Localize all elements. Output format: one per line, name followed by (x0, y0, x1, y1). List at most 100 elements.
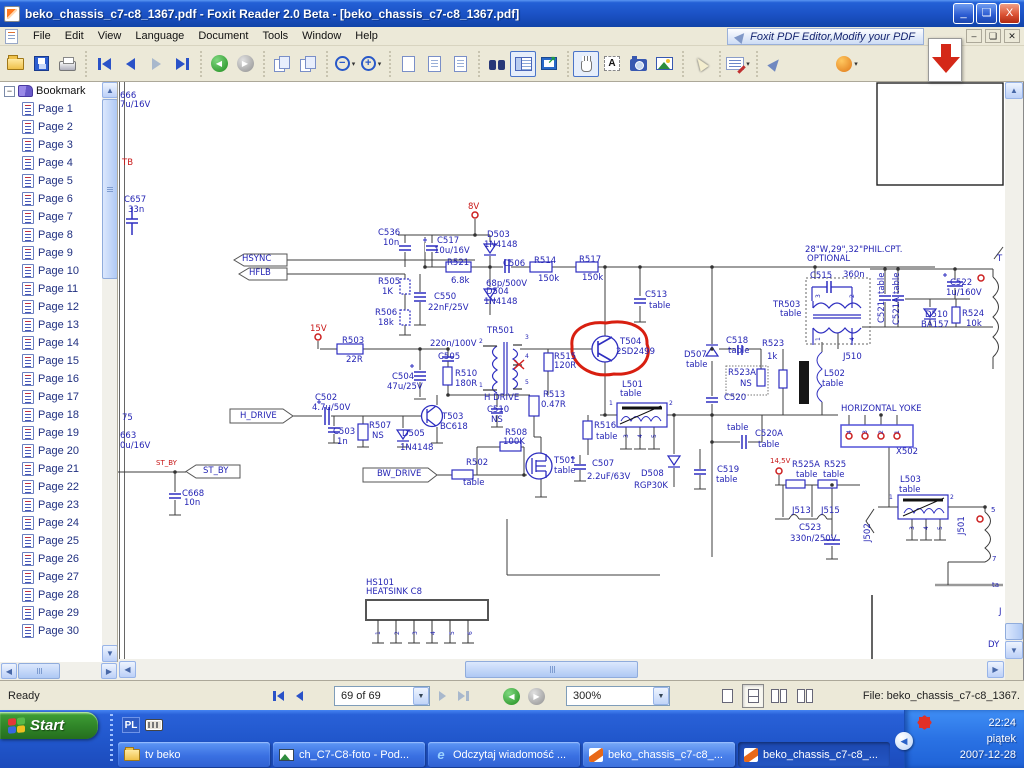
minimize-button[interactable]: _ (953, 3, 974, 24)
taskbar-grip[interactable] (110, 714, 113, 764)
menu-view[interactable]: View (91, 28, 129, 44)
bookmark-item[interactable]: Page 13 (0, 316, 102, 334)
doc-scroll-thumb[interactable] (1005, 623, 1023, 640)
status-first-page-button[interactable] (272, 683, 285, 709)
bookmarks-scroll-left[interactable]: ◀ (1, 663, 17, 679)
taskbar-button[interactable]: tv beko (118, 742, 270, 767)
bookmark-item[interactable]: Page 31 (0, 640, 102, 642)
taskbar-button[interactable]: beko_chassis_c7-c8_... (738, 742, 890, 767)
insert-pages-button[interactable] (269, 51, 295, 77)
bookmark-item[interactable]: Page 18 (0, 406, 102, 424)
open-in-window-button[interactable] (536, 51, 562, 77)
bookmark-item[interactable]: Page 24 (0, 514, 102, 532)
bookmark-item[interactable]: Page 30 (0, 622, 102, 640)
bookmark-item[interactable]: Page 16 (0, 370, 102, 388)
bookmark-item[interactable]: Page 4 (0, 154, 102, 172)
bookmark-item[interactable]: Page 22 (0, 478, 102, 496)
page-number-select[interactable]: 69 of 69 ▼ (334, 686, 430, 706)
bookmark-item[interactable]: Page 3 (0, 136, 102, 154)
bookmark-item[interactable]: Page 25 (0, 532, 102, 550)
continuous-facing-layout-button[interactable] (794, 684, 816, 708)
bookmark-item[interactable]: Page 27 (0, 568, 102, 586)
taskbar-button[interactable]: ch_C7-C8-foto - Pod... (273, 742, 425, 767)
bookmarks-scroll-down[interactable]: ▼ (102, 645, 117, 662)
back-view-button[interactable]: ◀ (206, 51, 232, 77)
doc-close-button[interactable]: ✕ (1004, 29, 1020, 43)
status-back-icon[interactable]: ◀ (503, 687, 520, 705)
language-indicator[interactable]: PL (122, 717, 140, 733)
pdf-page-canvas[interactable]: 666 7u/16V TB C657 33n 75 663 0u/16V HSYNC HFLB C5… (118, 82, 1005, 659)
tray-alert-icon[interactable] (916, 714, 933, 731)
menu-tools[interactable]: Tools (255, 28, 295, 44)
zoom-out-button[interactable]: − ▾ (332, 51, 358, 77)
menu-help[interactable]: Help (348, 28, 385, 44)
previous-page-button[interactable] (117, 51, 143, 77)
page-select-dropdown-icon[interactable]: ▼ (413, 687, 429, 705)
print-button[interactable] (54, 51, 80, 77)
fit-width-button[interactable] (421, 51, 447, 77)
zoom-select-dropdown-icon[interactable]: ▼ (653, 687, 669, 705)
actual-size-button[interactable] (395, 51, 421, 77)
bookmark-item[interactable]: Page 20 (0, 442, 102, 460)
doc-restore-button[interactable]: ❏ (985, 29, 1001, 43)
bookmarks-hscroll-thumb[interactable] (18, 663, 60, 679)
menu-edit[interactable]: Edit (58, 28, 91, 44)
single-page-layout-button[interactable] (716, 684, 738, 708)
doc-minimize-button[interactable]: – (966, 29, 982, 43)
status-last-page-button[interactable] (457, 683, 470, 709)
image-tool-button[interactable] (651, 51, 677, 77)
doc-hscroll-thumb[interactable] (465, 661, 638, 678)
bookmarks-scroll-right[interactable]: ▶ (101, 663, 117, 679)
bookmark-item[interactable]: Page 10 (0, 262, 102, 280)
bookmark-item[interactable]: Page 11 (0, 280, 102, 298)
tray-collapse-icon[interactable]: ◀ (895, 732, 913, 750)
menu-file[interactable]: File (26, 28, 58, 44)
doc-scroll-right[interactable]: ▶ (987, 661, 1004, 678)
bookmark-item[interactable]: Page 6 (0, 190, 102, 208)
help-button[interactable]: ▾ (834, 51, 860, 77)
bookmark-item[interactable]: Page 8 (0, 226, 102, 244)
save-button[interactable] (28, 51, 54, 77)
forward-view-button[interactable]: ▶ (232, 51, 258, 77)
bookmark-item[interactable]: Page 12 (0, 298, 102, 316)
restore-button[interactable]: ❏ (976, 3, 997, 24)
foxit-app-icon[interactable] (4, 5, 20, 22)
bookmarks-scroll-up[interactable]: ▲ (102, 82, 117, 98)
next-page-button[interactable] (143, 51, 169, 77)
bookmarks-scroll-thumb[interactable] (102, 99, 117, 279)
zoom-select[interactable]: 300% ▼ (566, 686, 670, 706)
snapshot-button[interactable] (625, 51, 651, 77)
select-annotation-button[interactable] (688, 51, 714, 77)
fit-page-button[interactable] (447, 51, 473, 77)
bookmark-item[interactable]: Page 1 (0, 100, 102, 118)
foxit-editor-ad-banner[interactable]: Foxit PDF Editor,Modify your PDF (727, 28, 924, 45)
facing-layout-button[interactable] (768, 684, 790, 708)
bookmark-item[interactable]: Page 2 (0, 118, 102, 136)
typewriter-button[interactable]: ▾ (725, 51, 751, 77)
close-button[interactable]: X (999, 3, 1020, 24)
bookmark-item[interactable]: Page 23 (0, 496, 102, 514)
find-button[interactable] (484, 51, 510, 77)
bookmarks-panel-toggle[interactable] (510, 50, 536, 77)
bookmark-item[interactable]: Page 5 (0, 172, 102, 190)
hand-tool-button[interactable] (573, 50, 599, 77)
doc-vscrollbar[interactable] (1005, 82, 1023, 659)
extract-pages-button[interactable] (295, 51, 321, 77)
bookmark-item[interactable]: Page 21 (0, 460, 102, 478)
first-page-button[interactable] (91, 51, 117, 77)
last-page-button[interactable] (169, 51, 195, 77)
bookmark-item[interactable]: Page 15 (0, 352, 102, 370)
select-text-button[interactable]: A (599, 51, 625, 77)
bookmark-item[interactable]: Page 26 (0, 550, 102, 568)
bookmark-item[interactable]: Page 28 (0, 586, 102, 604)
menu-window[interactable]: Window (295, 28, 348, 44)
collapse-icon[interactable]: − (4, 85, 15, 97)
bookmark-item[interactable]: Page 29 (0, 604, 102, 622)
status-forward-icon[interactable]: ▶ (528, 687, 545, 705)
open-button[interactable] (2, 51, 28, 77)
bookmark-item[interactable]: Page 9 (0, 244, 102, 262)
menu-document[interactable]: Document (191, 28, 255, 44)
foxit-download-ad-arrow[interactable] (928, 38, 962, 82)
doc-scroll-left[interactable]: ◀ (119, 661, 136, 678)
status-previous-page-button[interactable] (295, 683, 304, 709)
